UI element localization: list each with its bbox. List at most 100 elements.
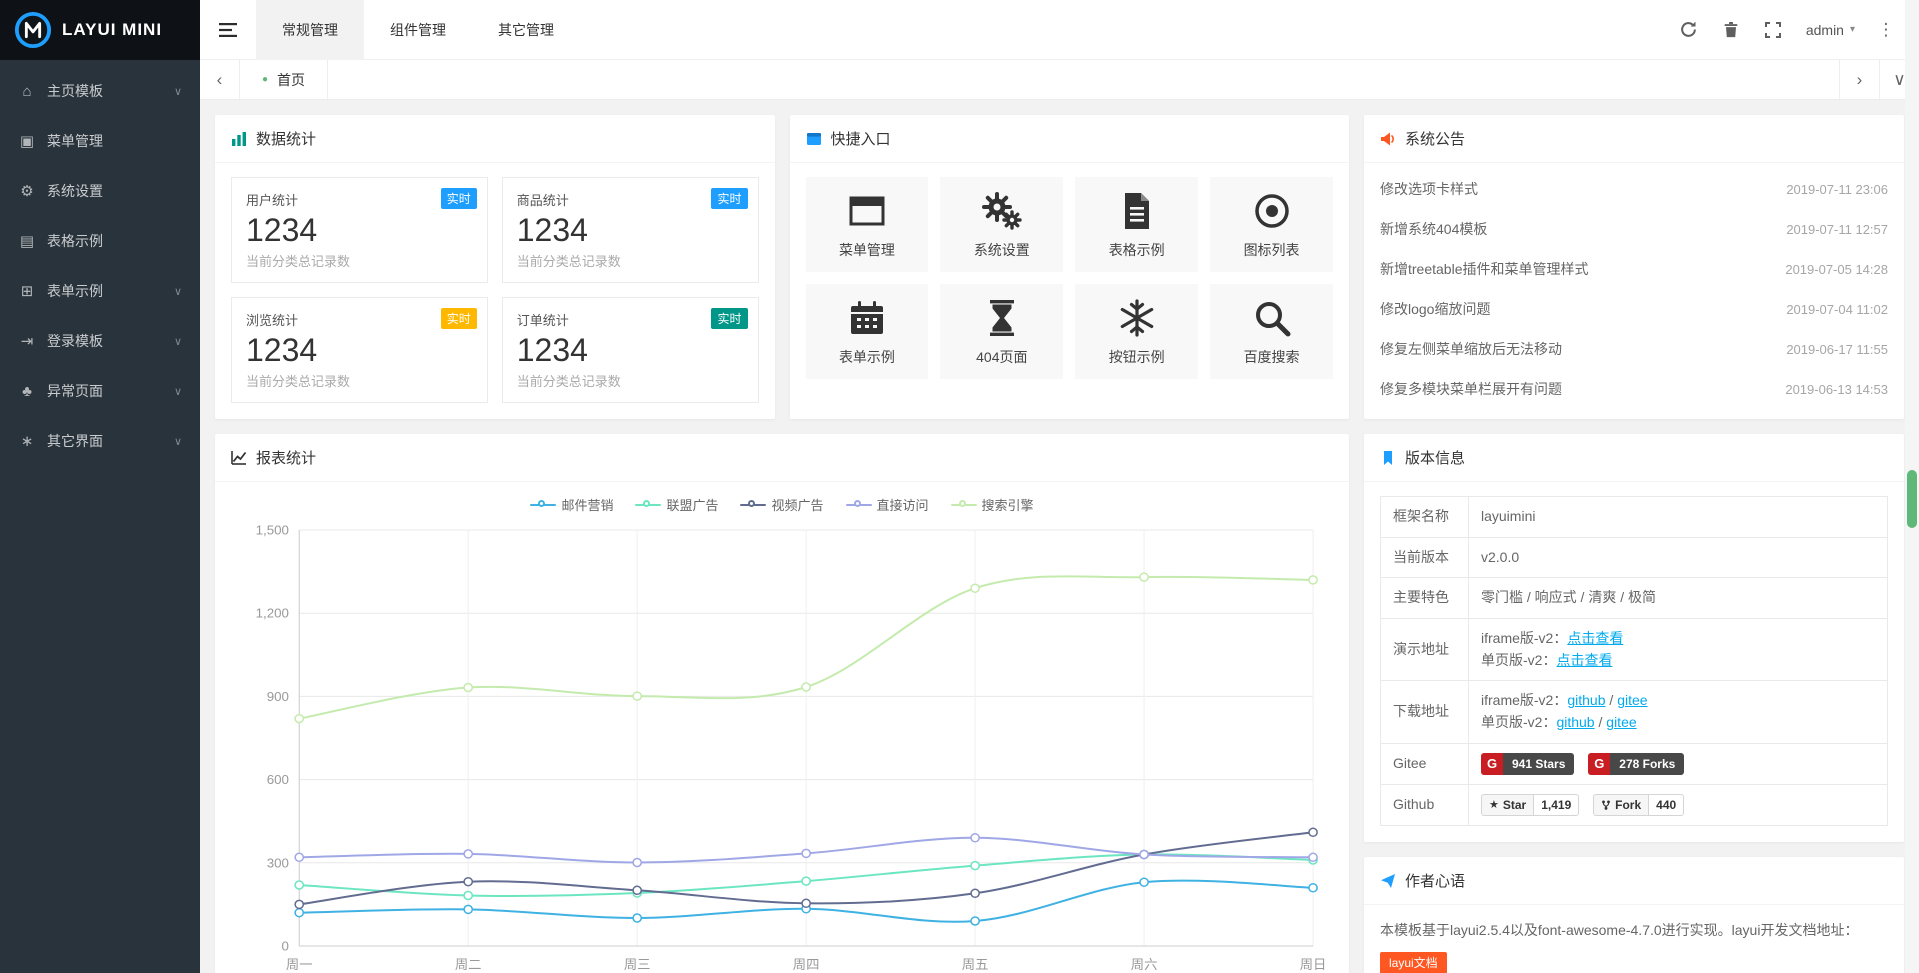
quick-tile-404-page[interactable]: 404页面 xyxy=(940,284,1063,379)
quick-tile-baidu-search[interactable]: 百度搜索 xyxy=(1210,284,1333,379)
page-scrollbar-thumb[interactable] xyxy=(1907,470,1917,528)
logo-bar[interactable]: LAYUI MINI xyxy=(0,0,200,60)
download-gitee-link[interactable]: gitee xyxy=(1617,692,1647,708)
sidebar-item-system-settings[interactable]: ⚙ 系统设置 xyxy=(0,166,200,216)
sidebar-item-login-template[interactable]: ⇥ 登录模板 ∨ xyxy=(0,316,200,366)
quick-tile-form-example[interactable]: 表单示例 xyxy=(806,284,929,379)
list-item[interactable]: 修改选项卡样式 2019-07-11 23:06 xyxy=(1380,169,1888,209)
window-blue-icon xyxy=(806,131,822,147)
app-window: LAYUI MINI ⌂ 主页模板 ∨ ▣ 菜单管理 ⚙ 系统设置 ▤ 表格示例… xyxy=(0,0,1919,973)
card-title: 系统公告 xyxy=(1405,128,1465,149)
list-item[interactable]: 修复多模块菜单栏展开有问题 2019-06-13 14:53 xyxy=(1380,369,1888,409)
app-title: LAYUI MINI xyxy=(62,20,162,40)
sidebar-item-menu-management[interactable]: ▣ 菜单管理 xyxy=(0,116,200,166)
quick-tile-label: 表格示例 xyxy=(1109,240,1165,260)
legend-item[interactable]: 视频广告 xyxy=(740,495,823,514)
download-github-link[interactable]: github xyxy=(1567,692,1605,708)
stat-name: 浏览统计 xyxy=(246,310,473,329)
more-vertical-icon: ⋮ xyxy=(1878,20,1895,40)
svg-text:周一: 周一 xyxy=(286,957,313,972)
calendar-icon: ⊞ xyxy=(18,282,36,300)
sidebar-item-other-ui[interactable]: ∗ 其它界面 ∨ xyxy=(0,416,200,466)
legend-label: 直接访问 xyxy=(877,495,929,514)
sidebar-item-error-pages[interactable]: ♣ 异常页面 ∨ xyxy=(0,366,200,416)
legend-item[interactable]: 直接访问 xyxy=(846,495,929,514)
sidebar-item-table-example[interactable]: ▤ 表格示例 xyxy=(0,216,200,266)
page-scrollbar-track[interactable] xyxy=(1905,0,1919,973)
list-item[interactable]: 修改logo缩放问题 2019-07-04 11:02 xyxy=(1380,289,1888,329)
sidebar-item-form-example[interactable]: ⊞ 表单示例 ∨ xyxy=(0,266,200,316)
github-fork-count: 440 xyxy=(1649,794,1684,816)
refresh-button[interactable] xyxy=(1668,0,1710,60)
stat-panel-orders[interactable]: 订单统计 1234 当前分类总记录数 实时 xyxy=(502,297,759,403)
chevron-left-icon: ‹ xyxy=(217,70,223,90)
refresh-icon xyxy=(1680,21,1697,38)
chevron-down-icon: ∨ xyxy=(1893,70,1905,90)
tab-scroll-left-button[interactable]: ‹ xyxy=(200,60,240,99)
demo-single-link[interactable]: 点击查看 xyxy=(1556,652,1612,668)
gitee-forks-badge[interactable]: G278 Forks xyxy=(1588,753,1684,775)
download-line-iframe: iframe版-v2：github / gitee xyxy=(1481,690,1875,712)
gitee-stars-badge[interactable]: G941 Stars xyxy=(1481,753,1574,775)
tab-scroll-right-button[interactable]: › xyxy=(1839,60,1879,99)
user-menu[interactable]: admin ▾ xyxy=(1794,0,1867,60)
collapse-sidebar-button[interactable] xyxy=(200,0,256,60)
quick-tile-label: 按钮示例 xyxy=(1109,347,1165,367)
download-github-link[interactable]: github xyxy=(1556,714,1594,730)
bar-chart-icon xyxy=(231,131,247,147)
stat-panel-goods[interactable]: 商品统计 1234 当前分类总记录数 实时 xyxy=(502,177,759,283)
stat-name: 用户统计 xyxy=(246,190,473,209)
report-chart[interactable]: 03006009001,2001,500周一周二周三周四周五周六周日 xyxy=(215,516,1349,973)
legend-item[interactable]: 邮件营销 xyxy=(530,495,613,514)
sidebar-item-home-template[interactable]: ⌂ 主页模板 ∨ xyxy=(0,66,200,116)
search-icon xyxy=(1252,298,1292,338)
content-right-column: 系统公告 修改选项卡样式 2019-07-11 23:06 新增系统404模板 … xyxy=(1364,115,1904,958)
menu-icon: ▣ xyxy=(18,132,36,150)
top-tab-component-management[interactable]: 组件管理 xyxy=(364,0,472,60)
quick-tile-menu-management[interactable]: 菜单管理 xyxy=(806,177,929,272)
quick-tile-system-settings[interactable]: 系统设置 xyxy=(940,177,1063,272)
stat-value: 1234 xyxy=(246,212,473,249)
error-page-icon: ♣ xyxy=(18,383,36,400)
row-label: 主要特色 xyxy=(1381,578,1469,619)
clear-cache-button[interactable] xyxy=(1710,0,1752,60)
content-left-column: 数据统计 用户统计 1234 当前分类总记录数 实时 xyxy=(215,115,1349,958)
download-gitee-link[interactable]: gitee xyxy=(1606,714,1636,730)
table-row: Gitee G941 Stars G278 Forks xyxy=(1381,743,1888,784)
list-item[interactable]: 新增系统404模板 2019-07-11 12:57 xyxy=(1380,209,1888,249)
chevron-down-icon: ∨ xyxy=(174,285,182,298)
file-icon: ▤ xyxy=(18,232,36,250)
legend-item[interactable]: 搜索引擎 xyxy=(951,495,1034,514)
more-menu-button[interactable]: ⋮ xyxy=(1867,0,1905,60)
demo-line-iframe: iframe版-v2：点击查看 xyxy=(1481,628,1875,650)
svg-text:周二: 周二 xyxy=(455,957,482,972)
tab-home[interactable]: ● 首页 xyxy=(240,60,328,99)
stat-panel-views[interactable]: 浏览统计 1234 当前分类总记录数 实时 xyxy=(231,297,488,403)
demo-iframe-link[interactable]: 点击查看 xyxy=(1567,630,1623,646)
layui-doc-badge[interactable]: layui文档 xyxy=(1380,952,1447,973)
sidebar-menu: ⌂ 主页模板 ∨ ▣ 菜单管理 ⚙ 系统设置 ▤ 表格示例 ⊞ 表单示例 ∨ xyxy=(0,60,200,466)
quick-tile-button-example[interactable]: 按钮示例 xyxy=(1075,284,1198,379)
stat-panel-users[interactable]: 用户统计 1234 当前分类总记录数 实时 xyxy=(231,177,488,283)
main-area: 常规管理 组件管理 其它管理 xyxy=(200,0,1919,973)
top-tab-other-management[interactable]: 其它管理 xyxy=(472,0,580,60)
chevron-down-icon: ∨ xyxy=(174,385,182,398)
login-icon: ⇥ xyxy=(18,332,36,350)
trash-icon xyxy=(1723,21,1739,38)
legend-item[interactable]: 联盟广告 xyxy=(635,495,718,514)
github-fork-button[interactable]: Fork 440 xyxy=(1593,794,1684,816)
stat-desc: 当前分类总记录数 xyxy=(517,251,744,270)
github-star-button[interactable]: ★Star 1,419 xyxy=(1481,794,1579,816)
card-header: 数据统计 xyxy=(215,115,775,163)
quick-tile-table-example[interactable]: 表格示例 xyxy=(1075,177,1198,272)
list-item[interactable]: 新增treetable插件和菜单管理样式 2019-07-05 14:28 xyxy=(1380,249,1888,289)
top-tab-regular-management[interactable]: 常规管理 xyxy=(256,0,364,60)
quick-tile-icon-list[interactable]: 图标列表 xyxy=(1210,177,1333,272)
bookmark-icon xyxy=(1380,450,1396,466)
list-item[interactable]: 修复左侧菜单缩放后无法移动 2019-06-17 11:55 xyxy=(1380,329,1888,369)
fullscreen-button[interactable] xyxy=(1752,0,1794,60)
features: 零门槛 / 响应式 / 清爽 / 极简 xyxy=(1469,578,1888,619)
gears-icon xyxy=(982,191,1022,231)
card-header: 版本信息 xyxy=(1364,434,1904,482)
sidebar-item-label: 异常页面 xyxy=(47,381,103,401)
